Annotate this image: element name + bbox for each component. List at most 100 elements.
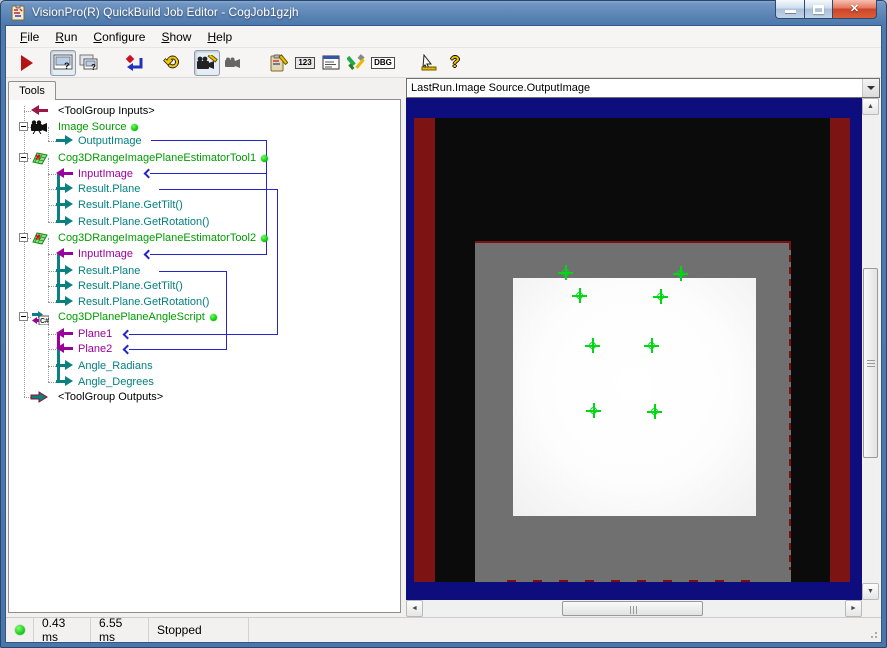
close-icon: ✕ (833, 2, 876, 15)
debug-window-button[interactable]: DBG (370, 50, 396, 76)
scroll-left-button[interactable]: ◄ (406, 600, 423, 617)
chevron-down-icon (867, 86, 875, 90)
image-windows-icon: ? (79, 54, 99, 71)
status-run-state: Stopped (149, 618, 249, 642)
job-properties-button[interactable] (266, 50, 292, 76)
menu-help[interactable]: Help (199, 28, 240, 46)
point-marker (653, 289, 668, 304)
run-continuous-button[interactable]: ⟲ (158, 50, 184, 76)
point-marker (585, 338, 600, 353)
scroll-up-button[interactable]: ▲ (862, 98, 879, 115)
tree-node-plane-estimator-tool2[interactable]: Cog3DRangeImagePlaneEstimatorTool2 (9, 230, 400, 246)
image-display-viewport[interactable] (406, 98, 862, 600)
tree-terminal-gettilt-tool2[interactable]: Result.Plane.GetTilt() (9, 278, 400, 294)
help-icon: ? (450, 54, 460, 72)
scroll-right-button[interactable]: ► (845, 600, 862, 617)
image-red-band-right (830, 118, 850, 582)
collapse-toggle[interactable] (19, 312, 28, 321)
menu-show[interactable]: Show (153, 28, 199, 46)
menu-run[interactable]: Run (47, 28, 85, 46)
run-job-button[interactable] (14, 50, 40, 76)
point-marker (644, 338, 659, 353)
tree-terminal-getrotation-tool1[interactable]: Result.Plane.GetRotation() (9, 214, 400, 230)
image-window-icon: ? (53, 54, 73, 71)
collapse-toggle[interactable] (19, 153, 28, 162)
toolgroup-outputs-icon (30, 391, 48, 403)
horizontal-scroll-thumb[interactable] (562, 601, 703, 616)
close-button[interactable]: ✕ (833, 0, 877, 19)
posted-items-button[interactable]: 123 (292, 50, 318, 76)
point-marker (647, 404, 662, 419)
help-button[interactable]: ? (442, 50, 468, 76)
image-red-band-left (414, 118, 435, 582)
horizontal-scrollbar[interactable]: ◄ ► (406, 600, 862, 617)
image-playback-button[interactable] (194, 50, 220, 76)
maximize-button[interactable] (805, 0, 833, 19)
object-plane-region (475, 241, 791, 582)
record-selector-combobox[interactable]: LastRun.Image Source.OutputImage (406, 78, 880, 98)
red-edge-right (789, 243, 791, 570)
io-list-button[interactable] (318, 50, 344, 76)
red-edge-top (475, 241, 791, 243)
app-body: File Run Configure Show Help ? (6, 26, 881, 642)
tree-terminal-outputimage[interactable]: OutputImage (9, 133, 400, 149)
tree-terminal-getrotation-tool2[interactable]: Result.Plane.GetRotation() (9, 294, 400, 310)
gradient-ramp (513, 278, 756, 516)
tree-terminal-plane2[interactable]: Plane2 (9, 341, 400, 357)
red-edge-bottom (507, 580, 760, 582)
tree-terminal-inputimage-tool1[interactable]: InputImage (9, 166, 400, 182)
minimize-button[interactable] (775, 0, 805, 19)
output-arrow-icon (56, 216, 73, 227)
profile-button[interactable] (416, 50, 442, 76)
status-dot (131, 124, 138, 131)
tool-tree-panel[interactable]: <ToolGroup Inputs> Image Source OutputIm… (8, 99, 401, 613)
tree-node-plane-estimator-tool1[interactable]: Cog3DRangeImagePlaneEstimatorTool1 (9, 150, 400, 166)
show-all-image-windows-button[interactable]: ? (76, 50, 102, 76)
reset-icon (125, 54, 145, 72)
tree-node-toolgroup-inputs[interactable]: <ToolGroup Inputs> (9, 103, 400, 119)
tree-terminal-inputimage-tool2[interactable]: InputImage (9, 246, 400, 262)
app-window: VisionPro(R) QuickBuild Job Editor - Cog… (0, 0, 887, 648)
tab-tools[interactable]: Tools (8, 81, 56, 100)
top-plane-plateau (513, 278, 756, 516)
debug-icon: DBG (371, 57, 395, 69)
tree-node-toolgroup-outputs[interactable]: <ToolGroup Outputs> (9, 389, 400, 405)
toolbar: ? ? ⟲ (6, 48, 881, 78)
tree-node-plane-angle-script[interactable]: C# Cog3DPlanePlaneAngleScript (9, 309, 400, 325)
collapse-toggle[interactable] (19, 122, 28, 131)
list-window-icon (322, 55, 340, 70)
plane-tool-icon (30, 151, 49, 165)
menu-file[interactable]: File (12, 28, 47, 46)
toolgroup-inputs-icon (31, 105, 48, 116)
tool-settings-button[interactable] (344, 50, 370, 76)
reset-job-button[interactable] (122, 50, 148, 76)
point-marker (558, 265, 573, 280)
status-dot (210, 314, 217, 321)
scroll-down-button[interactable]: ▼ (862, 583, 879, 600)
camera-icon (224, 57, 242, 69)
resize-grip[interactable] (867, 628, 877, 638)
vertical-scroll-thumb[interactable] (863, 268, 878, 458)
status-time-1: 0.43 ms (34, 618, 91, 642)
combobox-dropdown-button[interactable] (862, 79, 879, 97)
vertical-scrollbar[interactable]: ▲ ▼ (862, 98, 879, 600)
tree-terminal-result-plane-tool1[interactable]: Result.Plane (9, 181, 400, 197)
loop-arrow-icon: ⟲ (164, 53, 178, 73)
record-selector-value: LastRun.Image Source.OutputImage (407, 82, 862, 94)
plane-tool-icon (30, 231, 49, 245)
status-time-2: 6.55 ms (91, 618, 149, 642)
title-bar[interactable]: VisionPro(R) QuickBuild Job Editor - Cog… (0, 0, 887, 26)
tree-terminal-plane1[interactable]: Plane1 (9, 326, 400, 342)
tree-terminal-angle-radians[interactable]: Angle_Radians (9, 358, 400, 374)
tree-terminal-angle-degrees[interactable]: Angle_Degrees (9, 374, 400, 390)
collapse-toggle[interactable] (19, 233, 28, 242)
show-image-window-button[interactable]: ? (50, 50, 76, 76)
tree-terminal-gettilt-tool1[interactable]: Result.Plane.GetTilt() (9, 197, 400, 213)
input-arrow-icon (56, 248, 73, 259)
status-bar: 0.43 ms 6.55 ms Stopped (6, 617, 881, 642)
point-marker (586, 403, 601, 418)
tree-terminal-result-plane-tool2[interactable]: Result.Plane (9, 263, 400, 279)
output-arrow-icon (56, 360, 73, 371)
live-display-button[interactable] (220, 50, 246, 76)
menu-configure[interactable]: Configure (85, 28, 153, 46)
